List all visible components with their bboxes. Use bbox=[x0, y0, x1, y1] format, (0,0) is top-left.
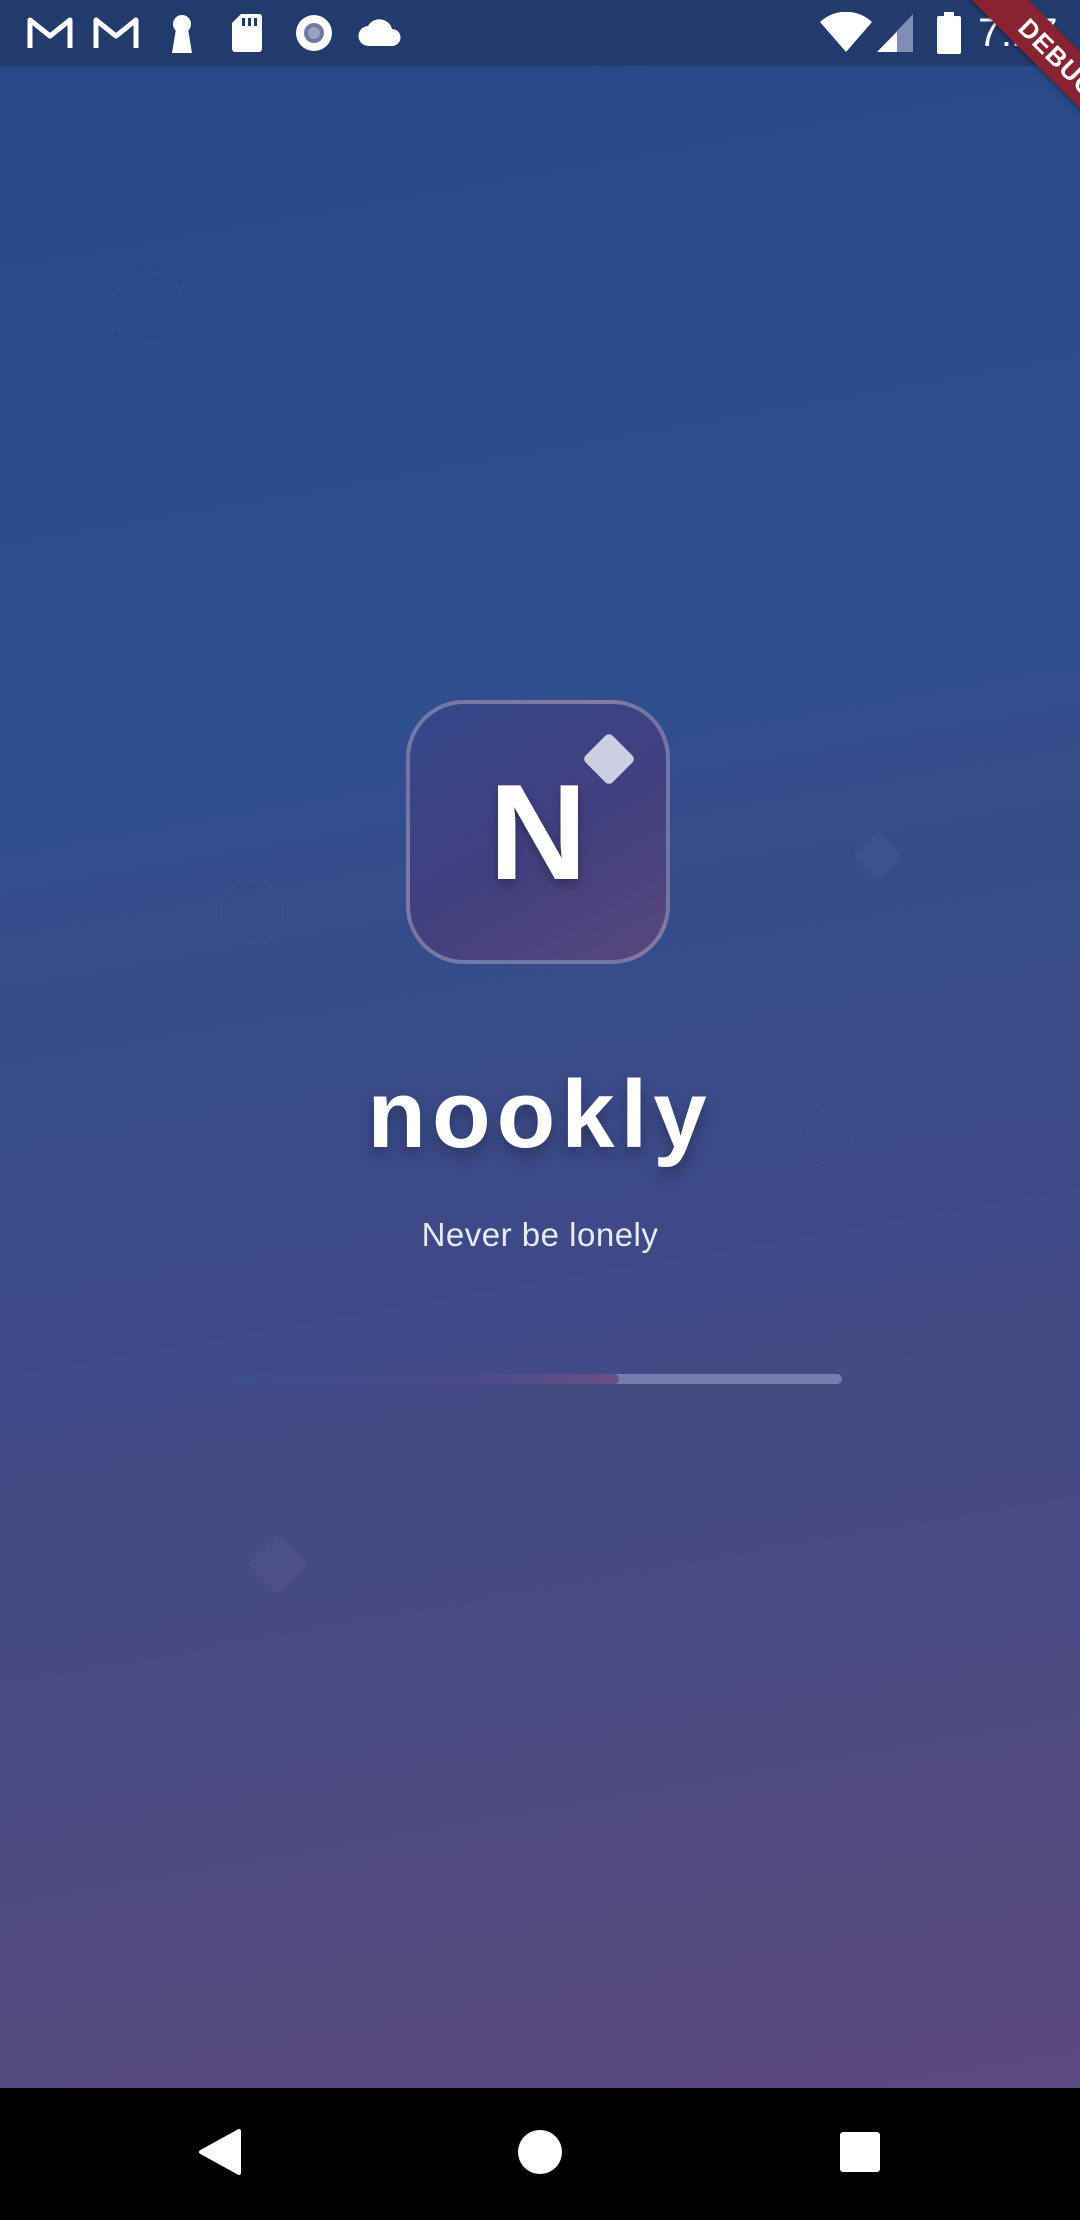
back-icon bbox=[197, 2127, 243, 2182]
decorative-diamond bbox=[853, 831, 904, 882]
battery-icon bbox=[934, 12, 964, 54]
cloud-icon bbox=[356, 12, 404, 54]
decorative-ring bbox=[220, 880, 284, 944]
tagline: Never be lonely bbox=[421, 1216, 659, 1253]
app-logo: N bbox=[406, 700, 670, 964]
loading-progress-fill bbox=[238, 1374, 619, 1384]
logo-letter: N bbox=[488, 756, 588, 908]
status-bar: 7:27 bbox=[0, 0, 1080, 66]
keyhole-icon bbox=[166, 12, 198, 54]
decorative-ring bbox=[110, 270, 184, 344]
loading-progress-bar bbox=[238, 1374, 842, 1384]
gmail-icon bbox=[26, 12, 74, 54]
sd-card-icon bbox=[230, 12, 264, 54]
home-icon bbox=[517, 2129, 563, 2180]
gmail-icon bbox=[92, 12, 140, 54]
app-name: nookly bbox=[367, 1061, 713, 1168]
cell-signal-icon bbox=[874, 12, 916, 54]
recents-icon bbox=[839, 2131, 881, 2178]
home-button[interactable] bbox=[490, 2108, 590, 2200]
splash-screen: N nookly Never be lonely 7:27 DEBUG bbox=[0, 0, 1080, 2220]
radio-button-icon bbox=[292, 12, 336, 54]
decorative-diamond bbox=[247, 1533, 309, 1595]
recents-button[interactable] bbox=[810, 2108, 910, 2200]
wifi-icon bbox=[818, 12, 874, 54]
back-button[interactable] bbox=[170, 2108, 270, 2200]
status-bar-time: 7:27 bbox=[978, 11, 1058, 55]
navigation-bar bbox=[0, 2088, 1080, 2220]
splash-background: N nookly Never be lonely bbox=[0, 0, 1080, 2088]
